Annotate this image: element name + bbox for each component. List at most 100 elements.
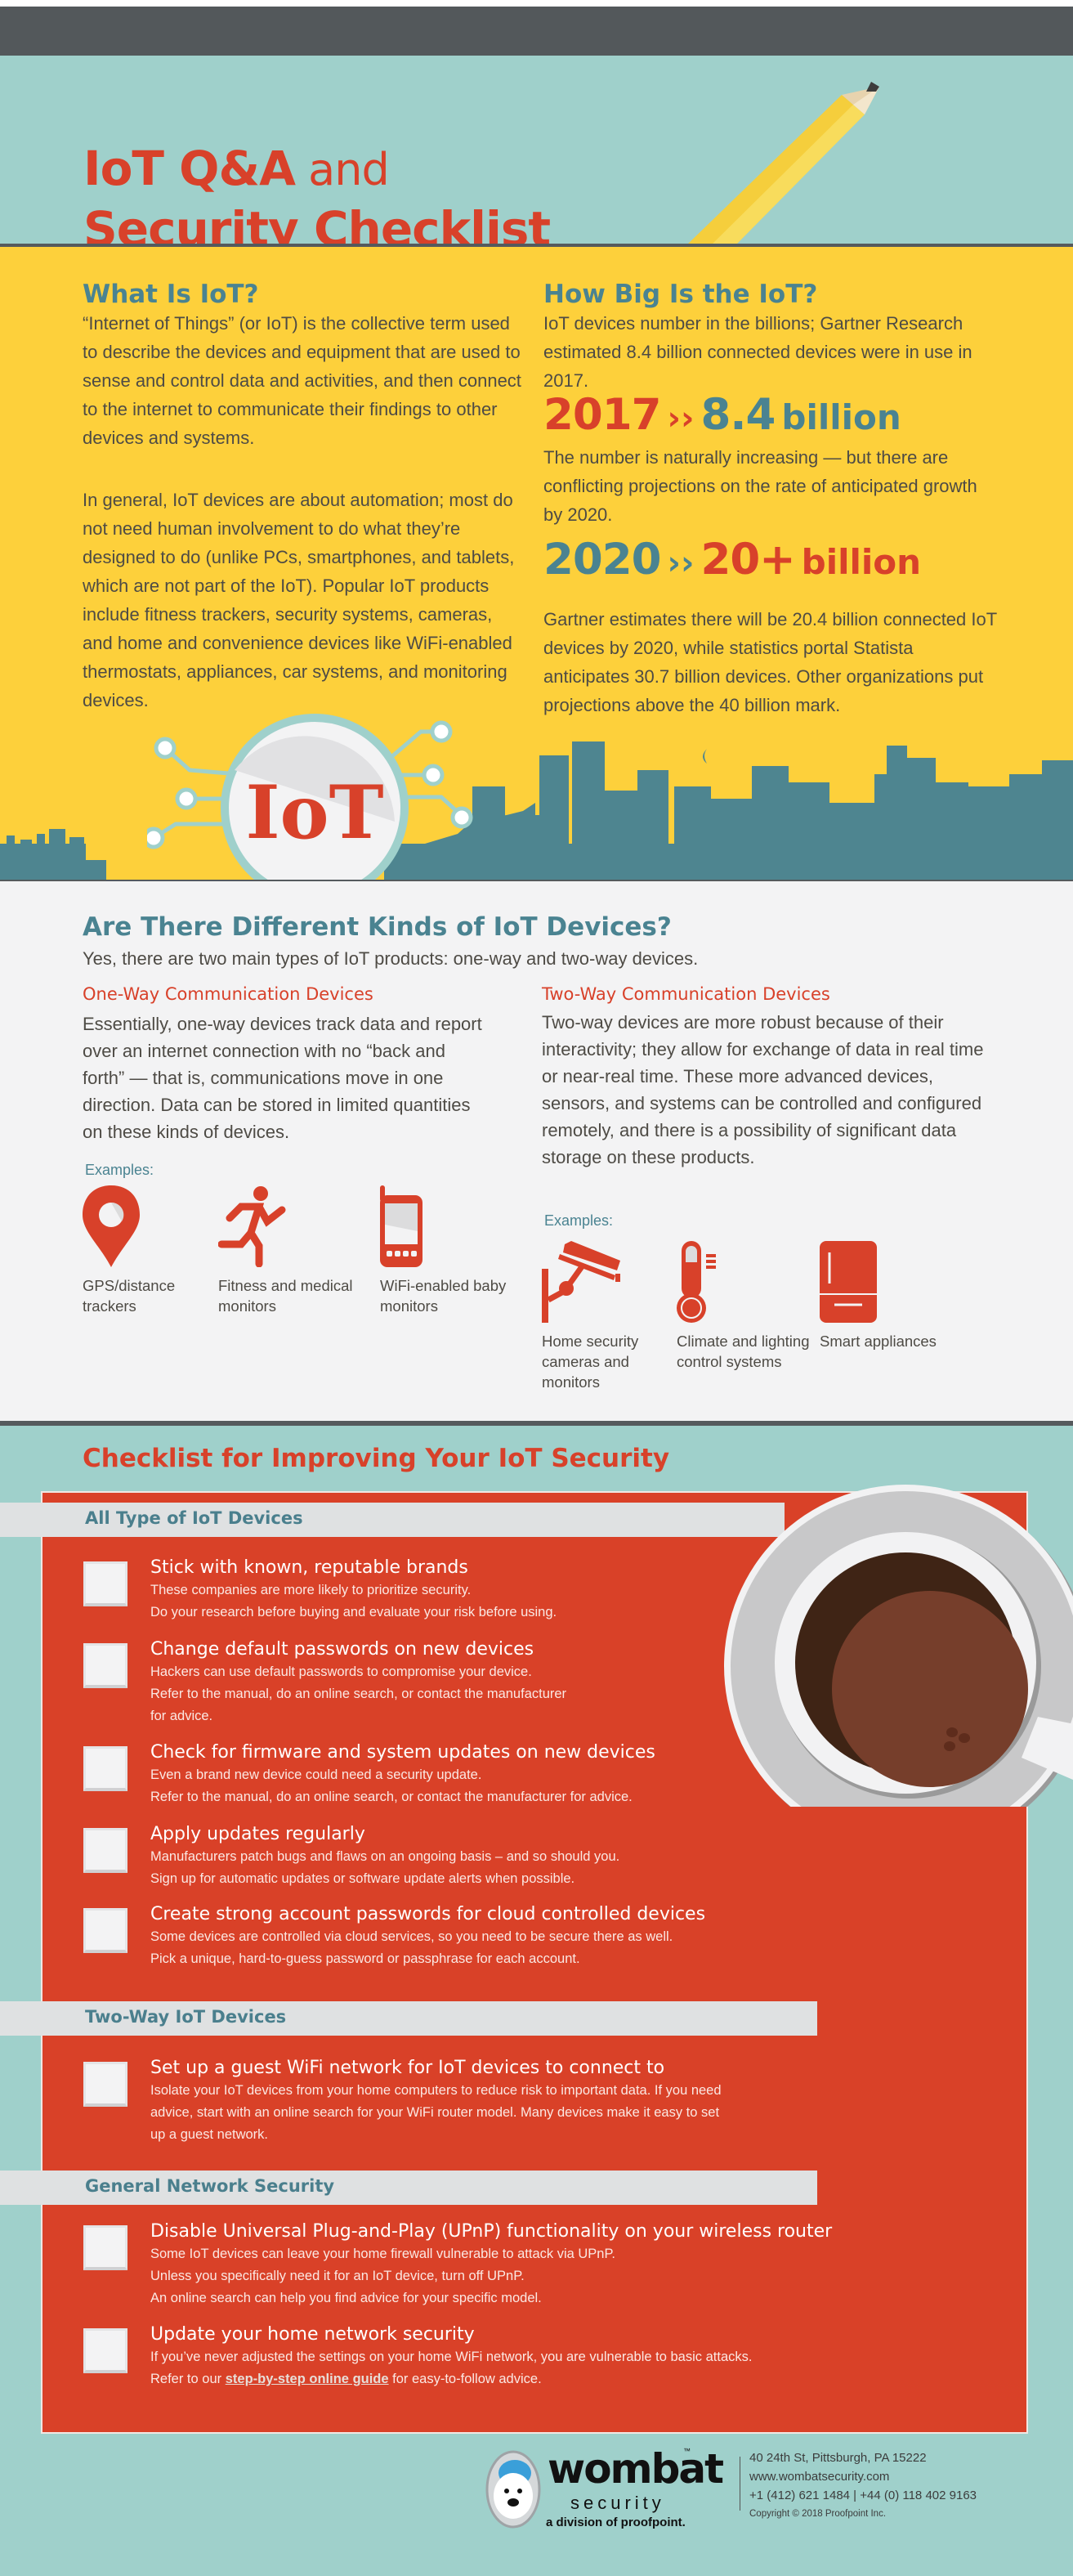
link-suffix: for easy-to-follow advice. bbox=[388, 2372, 542, 2386]
how-big-paragraph-3: Gartner estimates there will be 20.4 bil… bbox=[543, 609, 997, 715]
checkbox[interactable] bbox=[83, 1828, 127, 1873]
category-network-security: General Network Security bbox=[0, 2171, 817, 2205]
runner-icon bbox=[218, 1186, 286, 1267]
map-pin-icon bbox=[83, 1185, 140, 1267]
refrigerator-icon bbox=[820, 1241, 877, 1323]
title-bold: IoT Q&A bbox=[83, 141, 296, 196]
checklist-item-title: Apply updates regularly bbox=[150, 1824, 365, 1844]
checkbox[interactable] bbox=[83, 1643, 127, 1688]
example-label: Fitness and medical monitors bbox=[218, 1277, 353, 1315]
checklist-item-title: Set up a guest WiFi network for IoT devi… bbox=[150, 2058, 665, 2078]
brand-sub: security bbox=[570, 2493, 665, 2513]
address: 40 24th St, Pittsburgh, PA 15222 bbox=[749, 2451, 927, 2465]
footer: wombat ™ security a division of proofpoi… bbox=[474, 2440, 1046, 2538]
checklist-item-title: Create strong account passwords for clou… bbox=[150, 1904, 706, 1924]
stat-arrow: ›› bbox=[667, 544, 695, 582]
checklist-item: Set up a guest WiFi network for IoT devi… bbox=[83, 2057, 901, 2146]
two-way-text: Two-way devices are more robust because … bbox=[542, 1012, 984, 1167]
stat-2017: 2017 ›› 8.4 billion bbox=[543, 390, 901, 440]
brand-name: wombat bbox=[548, 2445, 724, 2493]
coffee-cup-illustration bbox=[724, 1485, 1073, 1807]
checklist-item-line: An online search can help you find advic… bbox=[150, 2291, 542, 2305]
checklist-item: Update your home network security If you… bbox=[83, 2323, 901, 2390]
stat-2020: 2020 ›› 20+ billion bbox=[543, 535, 921, 585]
example-label: GPS/distance trackers bbox=[83, 1277, 176, 1315]
how-big-heading: How Big Is the IoT? bbox=[543, 280, 818, 309]
checklist-item-title: Disable Universal Plug-and-Play (UPnP) f… bbox=[150, 2221, 833, 2242]
example-smart-appliance: Smart appliances bbox=[820, 1241, 967, 1351]
what-is-iot-paragraph-2: In general, IoT devices are about automa… bbox=[83, 490, 515, 710]
example-baby-monitor: WiFi-enabled baby monitors bbox=[380, 1185, 527, 1316]
checklist-item-line: Some IoT devices can leave your home fir… bbox=[150, 2247, 615, 2261]
trademark: ™ bbox=[683, 2447, 691, 2455]
iot-badge-text: IoT bbox=[245, 769, 383, 856]
device-kinds-section: Are There Different Kinds of IoT Devices… bbox=[0, 881, 1073, 1421]
how-big-paragraph-1: IoT devices number in the billions; Gart… bbox=[543, 313, 972, 391]
category-two-way-devices: Two-Way IoT Devices bbox=[0, 2001, 817, 2036]
example-label: Climate and lighting control systems bbox=[677, 1333, 810, 1370]
wombat-security-logo: wombat ™ security a division of proofpoi… bbox=[481, 2445, 742, 2535]
how-big-paragraph-2: The number is naturally increasing — but… bbox=[543, 447, 977, 525]
wombat-mascot-icon bbox=[485, 2450, 541, 2529]
top-bar bbox=[0, 7, 1073, 56]
checkbox[interactable] bbox=[83, 2062, 127, 2107]
stat-value: 8.4 bbox=[700, 390, 776, 440]
checklist-item: Disable Universal Plug-and-Play (UPnP) f… bbox=[83, 2220, 901, 2309]
checklist-item-line: Manufacturers patch bugs and flaws on an… bbox=[150, 1849, 620, 1864]
example-label: WiFi-enabled baby monitors bbox=[380, 1277, 507, 1315]
example-security-camera: Home security cameras and monitors bbox=[542, 1241, 689, 1392]
stat-year: 2020 bbox=[543, 535, 662, 585]
category-label: All Type of IoT Devices bbox=[85, 1508, 303, 1528]
checklist-item-line: up a guest network. bbox=[150, 2127, 269, 2142]
checkbox[interactable] bbox=[83, 2225, 127, 2270]
kinds-heading: Are There Different Kinds of IoT Devices… bbox=[83, 912, 672, 942]
iot-circuit-badge: IoT bbox=[147, 714, 473, 899]
stat-unit: billion bbox=[781, 397, 901, 437]
category-label: General Network Security bbox=[85, 2176, 335, 2196]
category-all-devices: All Type of IoT Devices bbox=[0, 1503, 785, 1537]
security-camera-icon bbox=[542, 1241, 620, 1323]
stat-arrow: ›› bbox=[667, 400, 695, 437]
what-is-iot-heading: What Is IoT? bbox=[83, 280, 259, 309]
contact-info: 40 24th St, Pittsburgh, PA 15222 www.wom… bbox=[749, 2448, 977, 2524]
phone-numbers: +1 (412) 621 1484 | +44 (0) 118 402 9163 bbox=[749, 2489, 977, 2502]
copyright: Copyright © 2018 Proofpoint Inc. bbox=[749, 2509, 887, 2519]
online-guide-link[interactable]: step-by-step online guide bbox=[226, 2372, 389, 2386]
two-way-examples-label: Examples: bbox=[544, 1212, 614, 1229]
checklist-item-line: Sign up for automatic updates or softwar… bbox=[150, 1871, 575, 1886]
checklist-item-line: Unless you specifically need it for an I… bbox=[150, 2269, 525, 2283]
checklist-item: Apply updates regularly Manufacturers pa… bbox=[83, 1823, 901, 1890]
pencil-icon bbox=[686, 82, 879, 245]
link-prefix: Refer to our bbox=[150, 2372, 226, 2386]
category-label: Two-Way IoT Devices bbox=[85, 2007, 287, 2027]
example-label: Home security cameras and monitors bbox=[542, 1333, 639, 1391]
stat-unit: billion bbox=[801, 542, 922, 582]
one-way-examples-label: Examples: bbox=[85, 1162, 154, 1178]
checkbox[interactable] bbox=[83, 1561, 127, 1606]
checklist-item-title: Update your home network security bbox=[150, 2324, 475, 2345]
checkbox[interactable] bbox=[83, 1746, 127, 1791]
checklist-item-line: Pick a unique, hard-to-guess password or… bbox=[150, 1951, 580, 1966]
stat-value: 20+ bbox=[700, 535, 795, 585]
phone-icon bbox=[380, 1185, 422, 1267]
example-gps-tracker: GPS/distance trackers bbox=[83, 1185, 230, 1316]
website-link[interactable]: www.wombatsecurity.com bbox=[749, 2467, 977, 2486]
checklist-heading: Checklist for Improving Your IoT Securit… bbox=[83, 1444, 670, 1473]
example-climate-control: Climate and lighting control systems bbox=[677, 1241, 824, 1372]
thermometer-icon bbox=[677, 1241, 716, 1323]
what-is-iot-paragraph-1: “Internet of Things” (or IoT) is the col… bbox=[83, 313, 521, 448]
division-text: a division of proofpoint. bbox=[546, 2516, 686, 2529]
checklist-item-line: Isolate your IoT devices from your home … bbox=[150, 2083, 722, 2098]
checkbox[interactable] bbox=[83, 2328, 127, 2373]
checklist-item-line: If you’ve never adjusted the settings on… bbox=[150, 2350, 753, 2364]
one-way-text: Essentially, one-way devices track data … bbox=[83, 1014, 482, 1142]
example-fitness-monitor: Fitness and medical monitors bbox=[218, 1185, 365, 1316]
one-way-heading: One-Way Communication Devices bbox=[83, 984, 373, 1004]
hero-banner: IoT Q&A and Security Checklist bbox=[0, 56, 1073, 257]
kinds-intro: Yes, there are two main types of IoT pro… bbox=[83, 948, 699, 969]
example-label: Smart appliances bbox=[820, 1333, 937, 1350]
checklist-item-line: advice, start with an online search for … bbox=[150, 2105, 720, 2120]
checklist-item-line: Some devices are controlled via cloud se… bbox=[150, 1929, 673, 1944]
title-light: and bbox=[294, 144, 390, 195]
checkbox[interactable] bbox=[83, 1908, 127, 1953]
